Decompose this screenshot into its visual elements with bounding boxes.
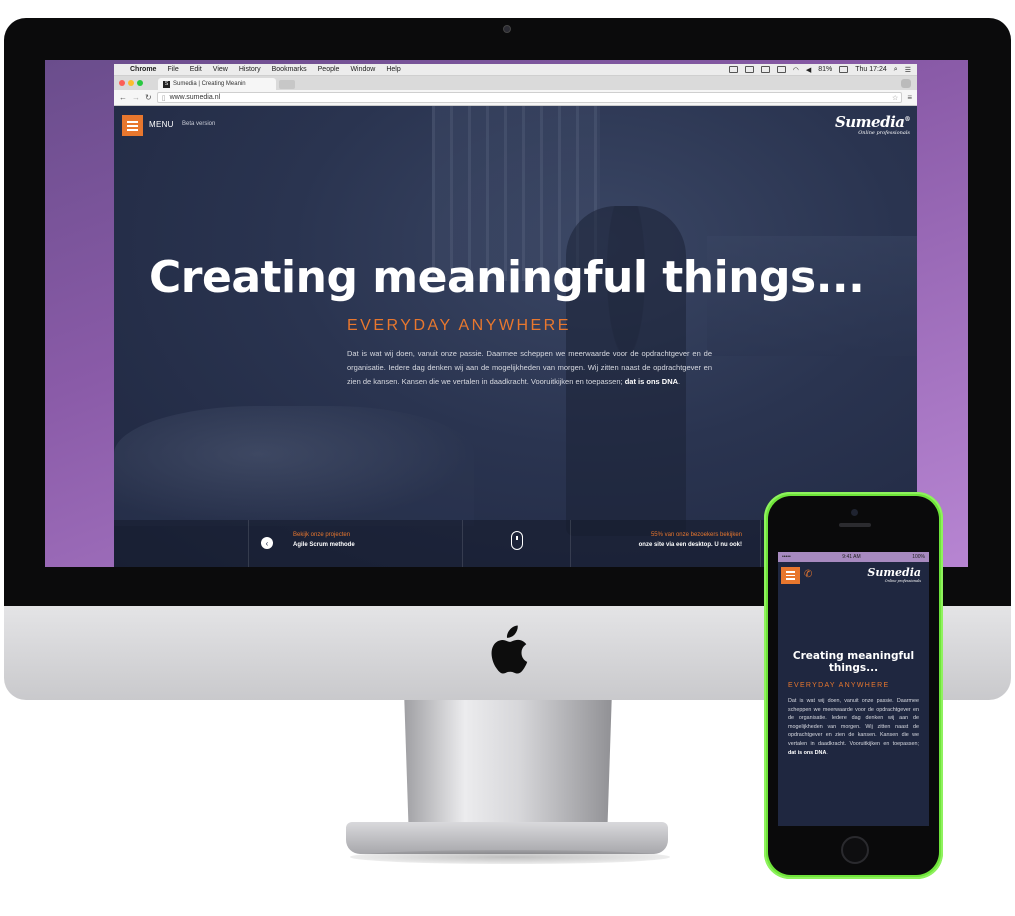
menu-bookmarks[interactable]: Bookmarks xyxy=(272,66,307,73)
bottom-divider xyxy=(760,520,761,567)
phone-call-icon[interactable]: ✆ xyxy=(804,569,812,580)
phone-signal: ••••• xyxy=(782,554,791,560)
beta-label: Beta version xyxy=(182,121,216,127)
display-icon[interactable] xyxy=(760,66,770,73)
phone-hero-bold: dat is ons DNA xyxy=(788,749,827,756)
earpiece-speaker xyxy=(839,523,871,527)
hero-paragraph-bold: dat is ons DNA xyxy=(624,377,679,386)
logo-registered: ® xyxy=(904,116,911,123)
battery-icon[interactable] xyxy=(839,66,849,73)
menu-help[interactable]: Help xyxy=(386,66,400,73)
tab-bar: S Sumedia | Creating Meanin xyxy=(114,76,917,90)
zoom-window-button[interactable] xyxy=(137,80,143,86)
bookmark-star-icon[interactable]: ☆ xyxy=(892,94,898,102)
phone-logo[interactable]: Sumedia Online professionals xyxy=(867,566,921,583)
menu-people[interactable]: People xyxy=(318,66,340,73)
imac-stand xyxy=(404,700,612,830)
imac-screen: Chrome File Edit View History Bookmarks … xyxy=(45,60,968,567)
phone-hero-end: . xyxy=(826,749,828,756)
scroll-mouse-icon[interactable] xyxy=(511,531,523,550)
phone-logo-name: Sumedia xyxy=(867,566,921,579)
back-arrow-icon[interactable]: ← xyxy=(119,93,127,102)
forward-arrow-icon[interactable]: → xyxy=(132,93,140,102)
menu-edit[interactable]: Edit xyxy=(190,66,202,73)
clock[interactable]: Thu 17:24 xyxy=(855,66,887,73)
new-tab-button[interactable] xyxy=(279,80,295,89)
status-icon[interactable] xyxy=(728,66,738,73)
device-mockup: Chrome File Edit View History Bookmarks … xyxy=(0,0,1015,916)
iphone-body: ••••• 9:41 AM 100% ✆ Sumedia Online prof… xyxy=(764,492,943,879)
apple-logo-icon xyxy=(491,625,528,674)
favicon-icon: S xyxy=(163,80,170,88)
profile-icon[interactable] xyxy=(901,79,911,88)
hero-paragraph-end: . xyxy=(678,377,681,386)
menu-file[interactable]: File xyxy=(167,66,178,73)
front-camera xyxy=(851,509,858,516)
close-window-button[interactable] xyxy=(119,80,125,86)
desktop-stat-caption: onze site via een desktop. U nu ook! xyxy=(638,542,742,548)
imac-camera xyxy=(503,25,511,33)
menu-chrome[interactable]: Chrome xyxy=(130,66,156,73)
menu-hamburger-button[interactable] xyxy=(122,115,143,136)
phone-time: 9:41 AM xyxy=(842,554,861,560)
phone-status-bar: ••••• 9:41 AM 100% xyxy=(778,552,929,562)
menu-window[interactable]: Window xyxy=(350,66,375,73)
phone-battery: 100% xyxy=(912,554,925,560)
background-photo-bed xyxy=(114,406,474,526)
projects-caption: Agile Scrum methode xyxy=(293,542,355,548)
phone-menu-button[interactable] xyxy=(781,567,800,584)
reload-icon[interactable]: ↻ xyxy=(145,93,152,102)
hero-title: Creating meaningful things... xyxy=(149,252,865,303)
address-bar-row: ← → ↻ ▯ www.sumedia.nl ☆ ≡ xyxy=(114,90,917,106)
bottom-segment-projects[interactable]: ‹ Bekijk onze projecten Agile Scrum meth… xyxy=(248,520,462,567)
url-text: www.sumedia.nl xyxy=(169,94,221,101)
iphone-screen: ••••• 9:41 AM 100% ✆ Sumedia Online prof… xyxy=(778,552,929,826)
bottom-segment-desktop[interactable]: 55% van onze bezoekers bekijken onze sit… xyxy=(570,520,760,567)
url-input[interactable]: ▯ www.sumedia.nl ☆ xyxy=(156,92,903,103)
prev-arrow-icon[interactable]: ‹ xyxy=(261,537,273,549)
menu-label[interactable]: MENU xyxy=(149,120,174,129)
chrome-menu-icon[interactable]: ≡ xyxy=(907,93,912,102)
home-button[interactable] xyxy=(841,836,869,864)
iphone-front: ••••• 9:41 AM 100% ✆ Sumedia Online prof… xyxy=(768,496,939,875)
imac-shadow xyxy=(350,850,670,864)
menu-view[interactable]: View xyxy=(213,66,228,73)
notification-center-icon[interactable]: ☰ xyxy=(905,66,911,74)
hero-paragraph: Dat is wat wij doen, vanuit onze passie.… xyxy=(347,347,712,389)
tab-title: Sumedia | Creating Meanin xyxy=(173,81,246,87)
window-controls xyxy=(119,80,143,86)
browser-tab[interactable]: S Sumedia | Creating Meanin xyxy=(158,78,276,90)
phone-logo-tagline: Online professionals xyxy=(884,579,921,583)
battery-percent: 81% xyxy=(818,66,833,73)
phone-hero-title: Creating meaningful things... xyxy=(792,650,915,674)
projects-link[interactable]: Bekijk onze projecten xyxy=(293,532,350,538)
minimize-window-button[interactable] xyxy=(128,80,134,86)
status-area: ◠ ◀ 81% Thu 17:24 ⌕ ☰ xyxy=(728,66,911,74)
desktop-stat-link[interactable]: 55% van onze bezoekers bekijken xyxy=(651,532,742,538)
dropbox-icon[interactable] xyxy=(744,66,754,73)
spotlight-icon[interactable]: ⌕ xyxy=(894,66,898,74)
logo-name: Sumedia xyxy=(834,113,905,131)
phone-hero-paragraph: Dat is wat wij doen, vanuit onze passie.… xyxy=(788,697,919,757)
phone-hero-subtitle: EVERYDAY ANYWHERE xyxy=(788,682,890,689)
wifi-icon[interactable]: ◠ xyxy=(793,66,799,74)
hero-subtitle: EVERYDAY ANYWHERE xyxy=(347,317,571,334)
phone-hero-text: Dat is wat wij doen, vanuit onze passie.… xyxy=(788,698,919,747)
volume-icon[interactable]: ◀ xyxy=(806,66,811,74)
phone-header: ✆ Sumedia Online professionals xyxy=(778,562,929,586)
airplay-icon[interactable] xyxy=(776,66,786,73)
mac-menubar: Chrome File Edit View History Bookmarks … xyxy=(114,64,917,76)
page-icon: ▯ xyxy=(161,94,166,102)
sumedia-logo[interactable]: Sumedia® Online professionals xyxy=(834,113,911,136)
menu-history[interactable]: History xyxy=(239,66,261,73)
